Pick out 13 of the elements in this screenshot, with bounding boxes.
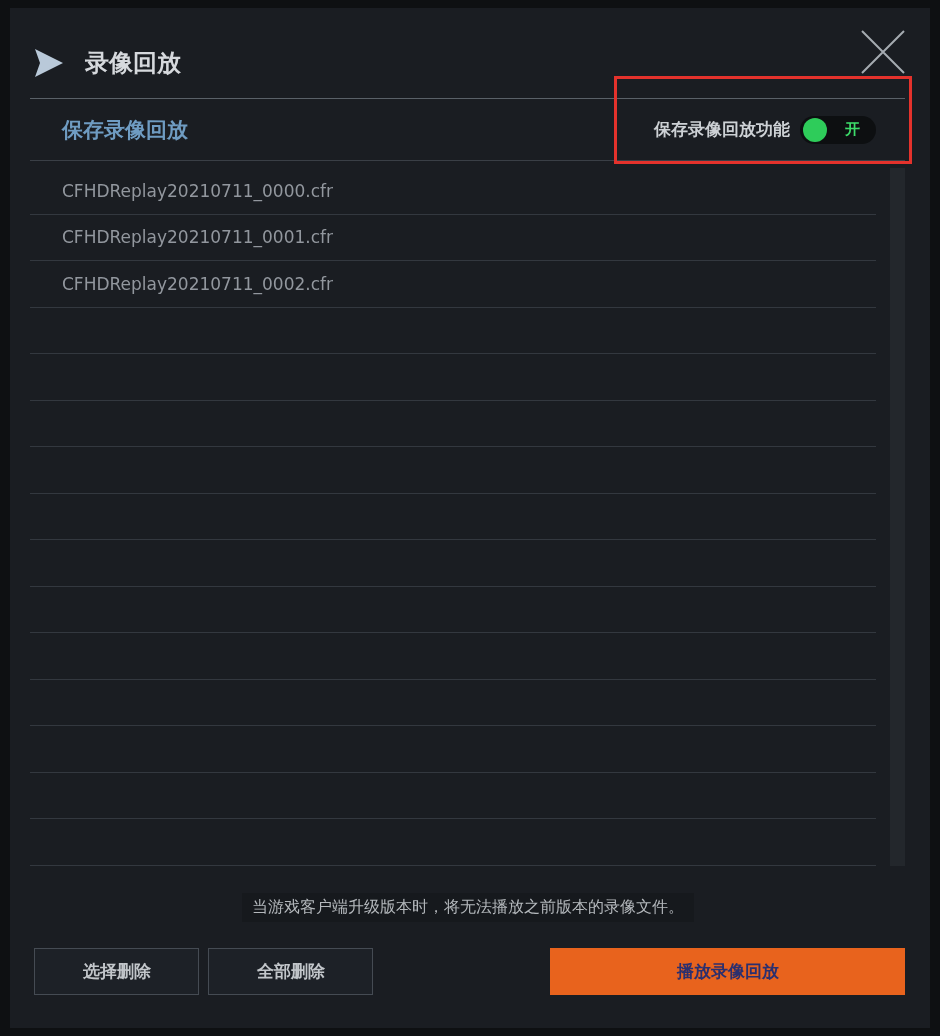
delete-button[interactable]: 全部删除	[208, 948, 373, 995]
section-title: 保存录像回放	[62, 116, 188, 144]
delete-button[interactable]: 选择删除	[34, 948, 199, 995]
play-button[interactable]: 播放录像回放	[550, 948, 905, 995]
toggle-switch[interactable]: 开	[800, 115, 876, 144]
toggle-label: 保存录像回放功能	[654, 118, 790, 141]
file-row[interactable]: CFHDReplay20210711_0002.cfr	[30, 261, 876, 308]
close-icon[interactable]	[861, 30, 905, 74]
notice-text: 当游戏客户端升级版本时，将无法播放之前版本的录像文件。	[241, 892, 694, 922]
file-row[interactable]: CFHDReplay20210711_0001.cfr	[30, 214, 876, 261]
play-icon	[35, 49, 63, 77]
dialog-title: 录像回放	[85, 48, 181, 79]
file-row[interactable]: CFHDReplay20210711_0000.cfr	[30, 168, 876, 215]
